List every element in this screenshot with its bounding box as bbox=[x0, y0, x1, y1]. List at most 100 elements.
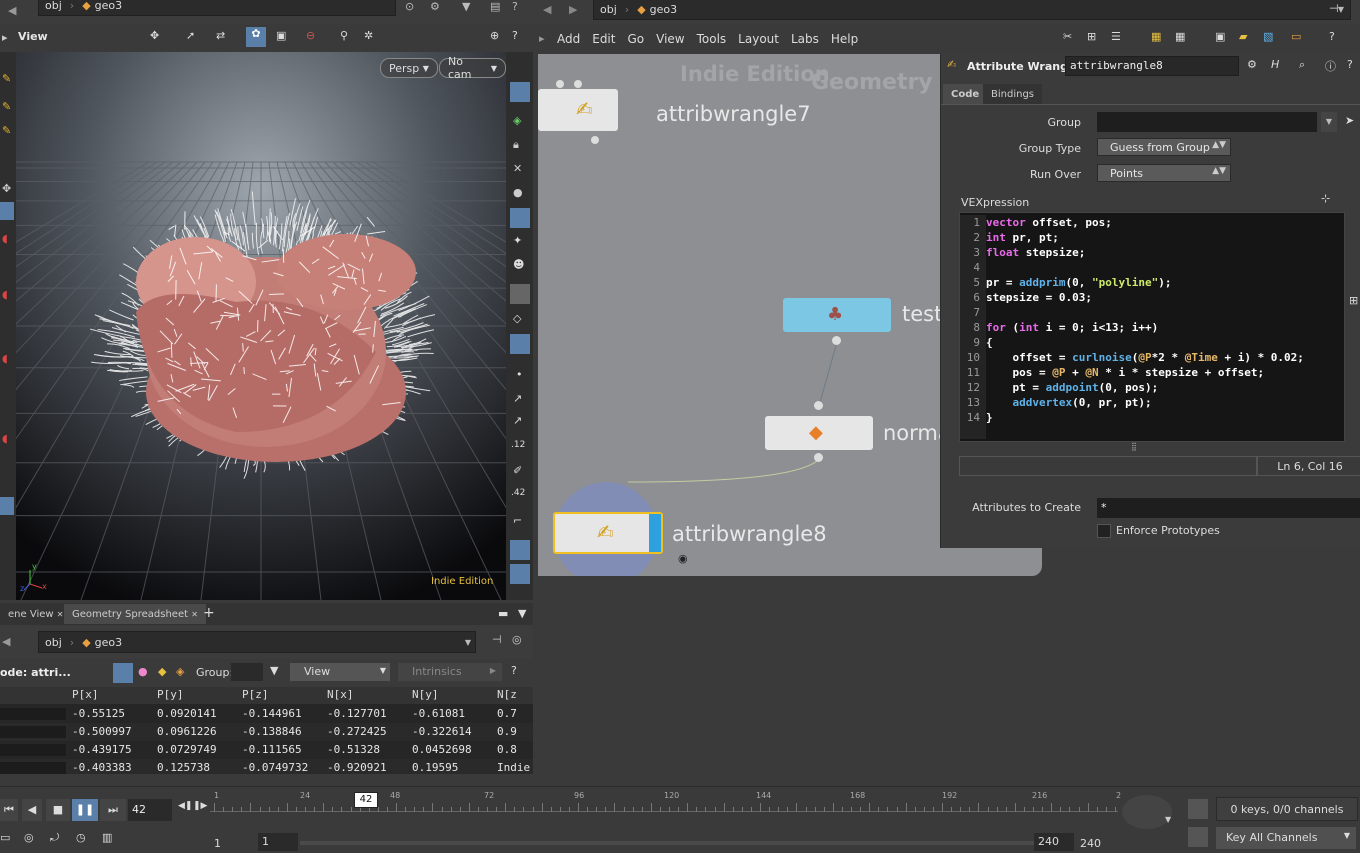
left-path-field[interactable]: obj› ◆ geo3 bbox=[38, 0, 396, 16]
layout-icon[interactable] bbox=[0, 497, 14, 515]
vertices-mode-icon[interactable]: ● bbox=[138, 665, 148, 678]
vex-menu-icon[interactable]: ⊹ bbox=[1321, 192, 1330, 205]
group-param-dropdown-icon[interactable]: ▼ bbox=[1321, 112, 1337, 132]
range-end-label[interactable]: 240 bbox=[1080, 837, 1101, 850]
skull-icon[interactable]: ☻ bbox=[513, 258, 524, 271]
lamp-icon[interactable]: ✦ bbox=[513, 234, 522, 247]
frame-field[interactable]: 42 bbox=[128, 799, 172, 821]
image-icon[interactable]: ▣ bbox=[1215, 30, 1225, 43]
input-connector[interactable] bbox=[556, 80, 564, 88]
input-connector[interactable] bbox=[814, 401, 823, 410]
input-connector[interactable] bbox=[574, 80, 582, 88]
handle-tool-icon[interactable]: ⇄ bbox=[216, 29, 225, 42]
pin-network-icon[interactable]: ⊣ bbox=[1329, 2, 1339, 15]
menu-labs[interactable]: Labs bbox=[785, 32, 825, 46]
play-reverse-icon[interactable]: ◀ bbox=[22, 799, 42, 821]
tree-icon[interactable]: ⊞ bbox=[1087, 30, 1096, 43]
row-index-cell[interactable] bbox=[0, 708, 66, 720]
tab-code[interactable]: Code bbox=[943, 84, 987, 104]
menu-add[interactable]: Add bbox=[551, 32, 586, 46]
grid-snap-icon[interactable]: ✲ bbox=[364, 29, 373, 42]
group-field[interactable] bbox=[231, 663, 263, 681]
points-icon[interactable] bbox=[510, 334, 530, 354]
viewport-3d[interactable]: Persp ▼ No cam ▼ x y z Indie Edition bbox=[16, 52, 506, 600]
run-over-dropdown[interactable]: Points ▲▼ bbox=[1097, 164, 1231, 182]
loop-icon[interactable]: ⤾ bbox=[50, 831, 72, 851]
sculpt-icon[interactable]: ◖ bbox=[2, 288, 8, 301]
code-line[interactable]: 9{ bbox=[960, 335, 1344, 350]
audio-icon[interactable]: ◎ bbox=[24, 831, 46, 851]
hide-icon[interactable]: ✕ bbox=[513, 162, 522, 175]
path-dropdown-icon[interactable]: ▼ bbox=[1338, 5, 1344, 14]
viewport-menu-icon[interactable]: ▸ bbox=[2, 31, 8, 44]
code-line[interactable]: 12 pt = addpoint(0, pos); bbox=[960, 380, 1344, 395]
color-palette-icon[interactable]: ▦ bbox=[1151, 30, 1161, 43]
editor-side-icon[interactable]: ⊞ bbox=[1349, 294, 1358, 307]
dot-icon[interactable]: • bbox=[516, 368, 523, 381]
param-help-icon[interactable]: ? bbox=[1347, 58, 1353, 71]
display-flag[interactable] bbox=[649, 514, 661, 552]
attract-icon[interactable]: ◖ bbox=[2, 432, 8, 445]
code-line[interactable]: 6stepsize = 0.03; bbox=[960, 290, 1344, 305]
row-index-cell[interactable] bbox=[0, 726, 66, 738]
code-line[interactable]: 4 bbox=[960, 260, 1344, 275]
node-label-attribwrangle7[interactable]: attribwrangle7 bbox=[656, 102, 811, 126]
light-icon[interactable] bbox=[510, 208, 530, 228]
gear-icon[interactable]: ⚙ bbox=[430, 0, 440, 13]
step-forward-icon[interactable]: ❚▶ bbox=[193, 801, 207, 811]
key-all-channels-button[interactable]: Key All Channels ▼ bbox=[1216, 827, 1356, 849]
tab-scene-view[interactable]: ene View ✕ bbox=[0, 604, 71, 624]
node-label-attribwrangle8[interactable]: attribwrangle8 bbox=[672, 522, 827, 546]
pin-viewport-icon[interactable]: ⊕ bbox=[490, 29, 499, 42]
pose-icon[interactable]: ◖ bbox=[2, 352, 8, 365]
camera-icon[interactable]: ▣ bbox=[276, 29, 286, 42]
path-node-label[interactable]: geo3 bbox=[95, 636, 122, 649]
code-line[interactable]: 14} bbox=[960, 410, 1344, 425]
stop-icon[interactable]: ■ bbox=[46, 799, 70, 821]
path-dropdown-icon[interactable]: ▼ bbox=[465, 638, 471, 647]
select-tool-icon[interactable]: ✥ bbox=[150, 29, 159, 42]
view-mode-icon[interactable] bbox=[0, 202, 14, 220]
column-header[interactable]: N[z bbox=[497, 688, 517, 701]
back-arrow-icon[interactable]: ◀ bbox=[8, 4, 16, 17]
column-header[interactable]: N[y] bbox=[412, 688, 439, 701]
code-line[interactable]: 11 pos = @P + @N * i * stepsize + offset… bbox=[960, 365, 1344, 380]
primitives-mode-icon[interactable]: ◆ bbox=[158, 665, 166, 678]
menu-handle-icon[interactable]: ▸ bbox=[539, 32, 545, 45]
tab-geometry-spreadsheet[interactable]: Geometry Spreadsheet ✕ bbox=[64, 604, 206, 624]
bypass-icon[interactable]: ◉ bbox=[678, 552, 688, 565]
table-row[interactable]: -0.4391750.0729749-0.111565-0.513280.045… bbox=[0, 741, 533, 759]
number-icon[interactable]: .12 bbox=[511, 440, 525, 450]
network-path-field[interactable]: obj› ◆ geo3 ▼ bbox=[593, 0, 1351, 20]
node-test[interactable]: ♣ bbox=[783, 298, 891, 332]
magnet-icon[interactable]: ◖ bbox=[2, 232, 8, 245]
record-icon[interactable]: ⊖ bbox=[306, 29, 315, 42]
brush-display-icon[interactable]: ✐ bbox=[513, 464, 522, 477]
pin-sheet-icon[interactable]: ⊣ bbox=[492, 633, 502, 646]
code-line[interactable]: 1vector offset, pos; bbox=[960, 215, 1344, 230]
spreadsheet-path-field[interactable]: obj› ◆ geo3 ▼ bbox=[38, 631, 476, 653]
table-row[interactable]: -0.551250.0920141-0.144961-0.127701-0.61… bbox=[0, 705, 533, 723]
help-icon[interactable]: ? bbox=[512, 0, 518, 13]
menu-view[interactable]: View bbox=[650, 32, 690, 46]
render-icon[interactable] bbox=[510, 564, 530, 584]
vector-icon[interactable]: ↗ bbox=[513, 414, 522, 427]
current-frame-marker[interactable]: 42 bbox=[354, 792, 378, 808]
keys-channels-label[interactable]: 0 keys, 0/0 channels bbox=[1216, 797, 1358, 821]
column-header[interactable]: P[z] bbox=[242, 688, 269, 701]
group-type-dropdown[interactable]: Guess from Group ▲▼ bbox=[1097, 138, 1231, 156]
hscript-icon[interactable]: H bbox=[1271, 58, 1279, 71]
pane-menu-icon[interactable]: ▼ bbox=[518, 607, 526, 620]
tab-close-icon[interactable]: ✕ bbox=[57, 610, 64, 619]
camera-dropdown[interactable]: No cam ▼ bbox=[439, 58, 506, 78]
timeline-ruler[interactable]: 1244872961201441681922162 42 bbox=[210, 789, 1118, 831]
persp-dropdown[interactable]: Persp ▼ bbox=[380, 58, 438, 78]
background-image-icon[interactable]: ▧ bbox=[1263, 30, 1273, 43]
path-root-label[interactable]: obj bbox=[45, 0, 62, 12]
clock-icon[interactable]: ◷ bbox=[76, 831, 98, 851]
enforce-prototypes-checkbox[interactable] bbox=[1097, 524, 1111, 538]
down-arrow-icon[interactable]: ▼ bbox=[462, 0, 470, 13]
sheet-back-icon[interactable]: ◀ bbox=[2, 635, 10, 648]
group-select-arrow-icon[interactable]: ➤ bbox=[1345, 114, 1354, 127]
row-index-cell[interactable] bbox=[0, 744, 66, 756]
